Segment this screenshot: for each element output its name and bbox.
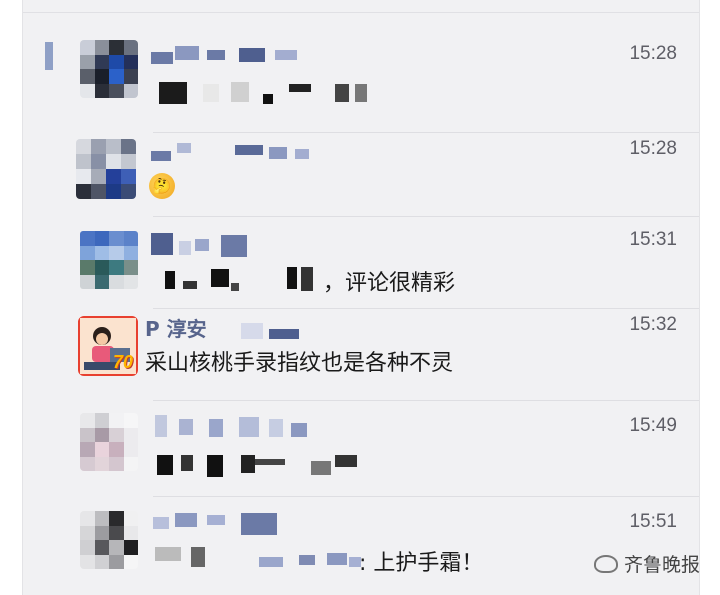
timestamp: 15:49 (629, 415, 677, 436)
chat-message-row[interactable]: 15:28 (23, 38, 699, 133)
blur-fragment (45, 42, 53, 70)
avatar (80, 40, 138, 98)
timestamp: 15:28 (629, 43, 677, 64)
watermark: 齐鲁晚报 (593, 550, 700, 577)
message-text: 采山核桃手录指纹也是各种不灵 (145, 351, 454, 376)
blur-fragment (269, 329, 299, 339)
sender-name-blurred (151, 137, 331, 163)
sender-name-blurred (151, 511, 331, 537)
message-blurred (151, 72, 411, 104)
sender-name: P 淳安 (145, 317, 207, 341)
watermark-label: 齐鲁晚报 (623, 554, 700, 576)
chat-message-row[interactable]: 🤔 15:28 (23, 133, 699, 217)
chat-message-row[interactable]: 70 P 淳安 采山核桃手录指纹也是各种不灵 15:32 (23, 309, 699, 401)
timestamp: 15:51 (629, 511, 677, 532)
avatar (76, 139, 136, 199)
top-divider (23, 12, 699, 13)
avatar (80, 413, 138, 471)
avatar (80, 511, 138, 569)
avatar-badge: 70 (112, 352, 133, 372)
message-text: : 上护手霜！ (359, 551, 484, 576)
avatar (80, 231, 138, 289)
sender-name-blurred (151, 42, 331, 68)
message-text: ，评论很精彩 (323, 271, 456, 296)
timestamp: 15:31 (629, 229, 677, 250)
blur-fragment (241, 323, 263, 339)
message-blurred (151, 451, 411, 481)
wechat-icon (593, 554, 618, 573)
timestamp: 15:32 (629, 314, 677, 335)
avatar: 70 (78, 316, 138, 376)
chat-list-panel: 15:28 🤔 15:28 ，评论很精彩 15:31 70 P 淳安 采山核桃手… (22, 0, 700, 595)
chat-message-row[interactable]: : 上护手霜！ 15:51 (23, 497, 699, 595)
chat-message-row[interactable]: 15:49 (23, 401, 699, 497)
thinking-emoji-icon: 🤔 (149, 173, 175, 199)
timestamp: 15:28 (629, 138, 677, 159)
chat-message-row[interactable]: ，评论很精彩 15:31 (23, 217, 699, 309)
sender-name-blurred (151, 415, 331, 441)
sender-name-blurred (151, 233, 331, 259)
